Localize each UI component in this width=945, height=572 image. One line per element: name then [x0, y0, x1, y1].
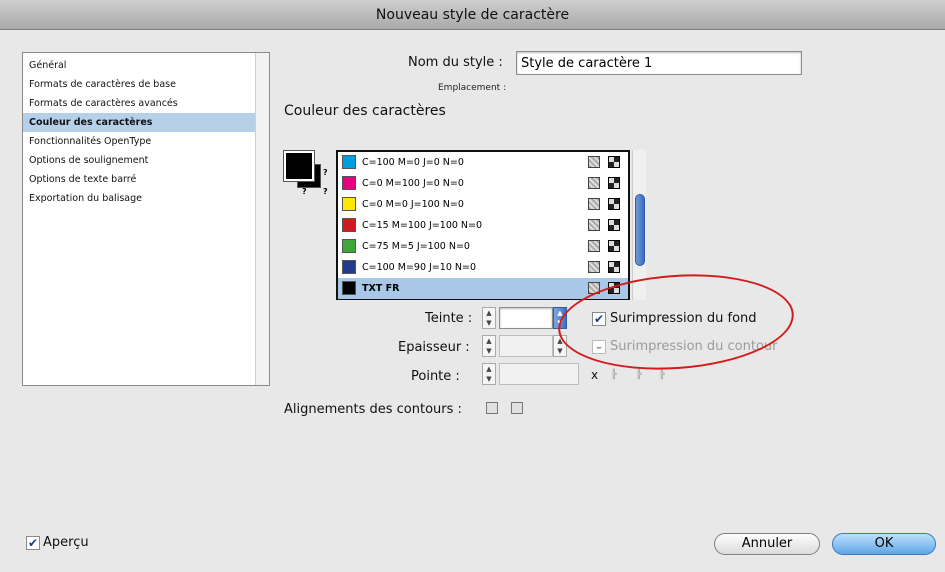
- process-color-icon: [588, 240, 600, 252]
- process-color-icon: [588, 177, 600, 189]
- tint-stepper[interactable]: ▲ ▼: [482, 307, 496, 329]
- category-scrollbar[interactable]: [255, 53, 269, 385]
- process-color-icon: [588, 198, 600, 210]
- cmyk-mode-icon: [608, 219, 620, 231]
- weight-stepper[interactable]: ▲ ▼: [482, 335, 496, 357]
- swatch-row[interactable]: C=0 M=100 J=0 N=0: [338, 173, 628, 194]
- swatch-row[interactable]: C=0 M=0 J=100 N=0: [338, 194, 628, 215]
- ok-button[interactable]: OK: [832, 533, 936, 555]
- cmyk-mode-icon: [608, 240, 620, 252]
- stroke-align-label: Alignements des contours :: [284, 402, 462, 417]
- swatch-chip: [342, 176, 356, 190]
- fill-unknown-mark: ?: [323, 168, 328, 177]
- point-input[interactable]: [499, 363, 579, 385]
- category-item-underline[interactable]: Options de soulignement: [23, 151, 255, 170]
- style-name-label: Nom du style :: [408, 55, 503, 70]
- cmyk-mode-icon: [608, 261, 620, 273]
- swatch-chip: [342, 239, 356, 253]
- section-title: Couleur des caractères: [284, 103, 446, 119]
- swatch-row[interactable]: C=100 M=0 J=0 N=0: [338, 152, 628, 173]
- weight-input[interactable]: [499, 335, 553, 357]
- preview-label: Aperçu: [43, 535, 89, 550]
- cmyk-mode-icon: [608, 177, 620, 189]
- swatch-row-selected[interactable]: TXT FR: [338, 278, 628, 299]
- swatch-name: C=0 M=0 J=100 N=0: [362, 199, 464, 210]
- point-stepper[interactable]: ▲ ▼: [482, 363, 496, 385]
- butt-cap-icon[interactable]: ╠: [611, 369, 621, 381]
- swatch-name: C=100 M=90 J=10 N=0: [362, 262, 476, 273]
- swatch-name: C=15 M=100 J=100 N=0: [362, 220, 483, 231]
- tint-label: Teinte :: [425, 311, 473, 326]
- swatch-chip: [342, 281, 356, 295]
- point-label: Pointe :: [411, 369, 460, 384]
- window-title: Nouveau style de caractère: [0, 0, 945, 30]
- fill-swatch[interactable]: [283, 150, 315, 182]
- cmyk-mode-icon: [608, 198, 620, 210]
- preview-checkbox[interactable]: ✔: [26, 536, 40, 550]
- swatch-name: C=100 M=0 J=0 N=0: [362, 157, 464, 168]
- category-item-basic-formats[interactable]: Formats de caractères de base: [23, 75, 255, 94]
- process-color-icon: [588, 156, 600, 168]
- category-item-general[interactable]: Général: [23, 56, 255, 75]
- swatch-name: C=75 M=5 J=100 N=0: [362, 241, 470, 252]
- category-item-opentype[interactable]: Fonctionnalités OpenType: [23, 132, 255, 151]
- process-color-icon: [588, 261, 600, 273]
- swatch-chip: [342, 260, 356, 274]
- stroke-unknown-mark-2: ?: [323, 187, 328, 196]
- cancel-button[interactable]: Annuler: [714, 533, 820, 555]
- round-cap-icon[interactable]: ╠: [636, 369, 646, 381]
- location-label: Emplacement :: [438, 83, 507, 93]
- stroke-unknown-mark: ?: [302, 187, 307, 196]
- category-list[interactable]: Général Formats de caractères de base Fo…: [22, 52, 270, 386]
- cmyk-mode-icon: [608, 156, 620, 168]
- align-center-icon[interactable]: [486, 402, 498, 414]
- swatch-name: TXT FR: [362, 283, 400, 294]
- swatch-scroll-thumb[interactable]: [635, 194, 645, 266]
- tint-input[interactable]: [499, 307, 553, 329]
- swatch-row[interactable]: C=100 M=90 J=10 N=0: [338, 257, 628, 278]
- process-color-icon: [588, 219, 600, 231]
- align-outside-icon[interactable]: [511, 402, 523, 414]
- category-item-tag-export[interactable]: Exportation du balisage: [23, 189, 255, 208]
- weight-label: Epaisseur :: [398, 340, 470, 355]
- category-item-strikethrough[interactable]: Options de texte barré: [23, 170, 255, 189]
- category-item-character-color[interactable]: Couleur des caractères: [23, 113, 255, 132]
- point-x-label: x: [591, 368, 599, 382]
- swatch-list[interactable]: C=100 M=0 J=0 N=0 C=0 M=100 J=0 N=0 C=0 …: [336, 150, 630, 300]
- swatch-row[interactable]: C=75 M=5 J=100 N=0: [338, 236, 628, 257]
- swatch-chip: [342, 218, 356, 232]
- category-item-advanced-formats[interactable]: Formats de caractères avancés: [23, 94, 255, 113]
- swatch-chip: [342, 197, 356, 211]
- square-cap-icon[interactable]: ╠: [659, 369, 669, 381]
- swatch-chip: [342, 155, 356, 169]
- swatch-name: C=0 M=100 J=0 N=0: [362, 178, 464, 189]
- style-name-input[interactable]: [516, 51, 802, 75]
- fill-stroke-preview[interactable]: ? ? ?: [283, 150, 334, 197]
- swatch-row[interactable]: C=15 M=100 J=100 N=0: [338, 215, 628, 236]
